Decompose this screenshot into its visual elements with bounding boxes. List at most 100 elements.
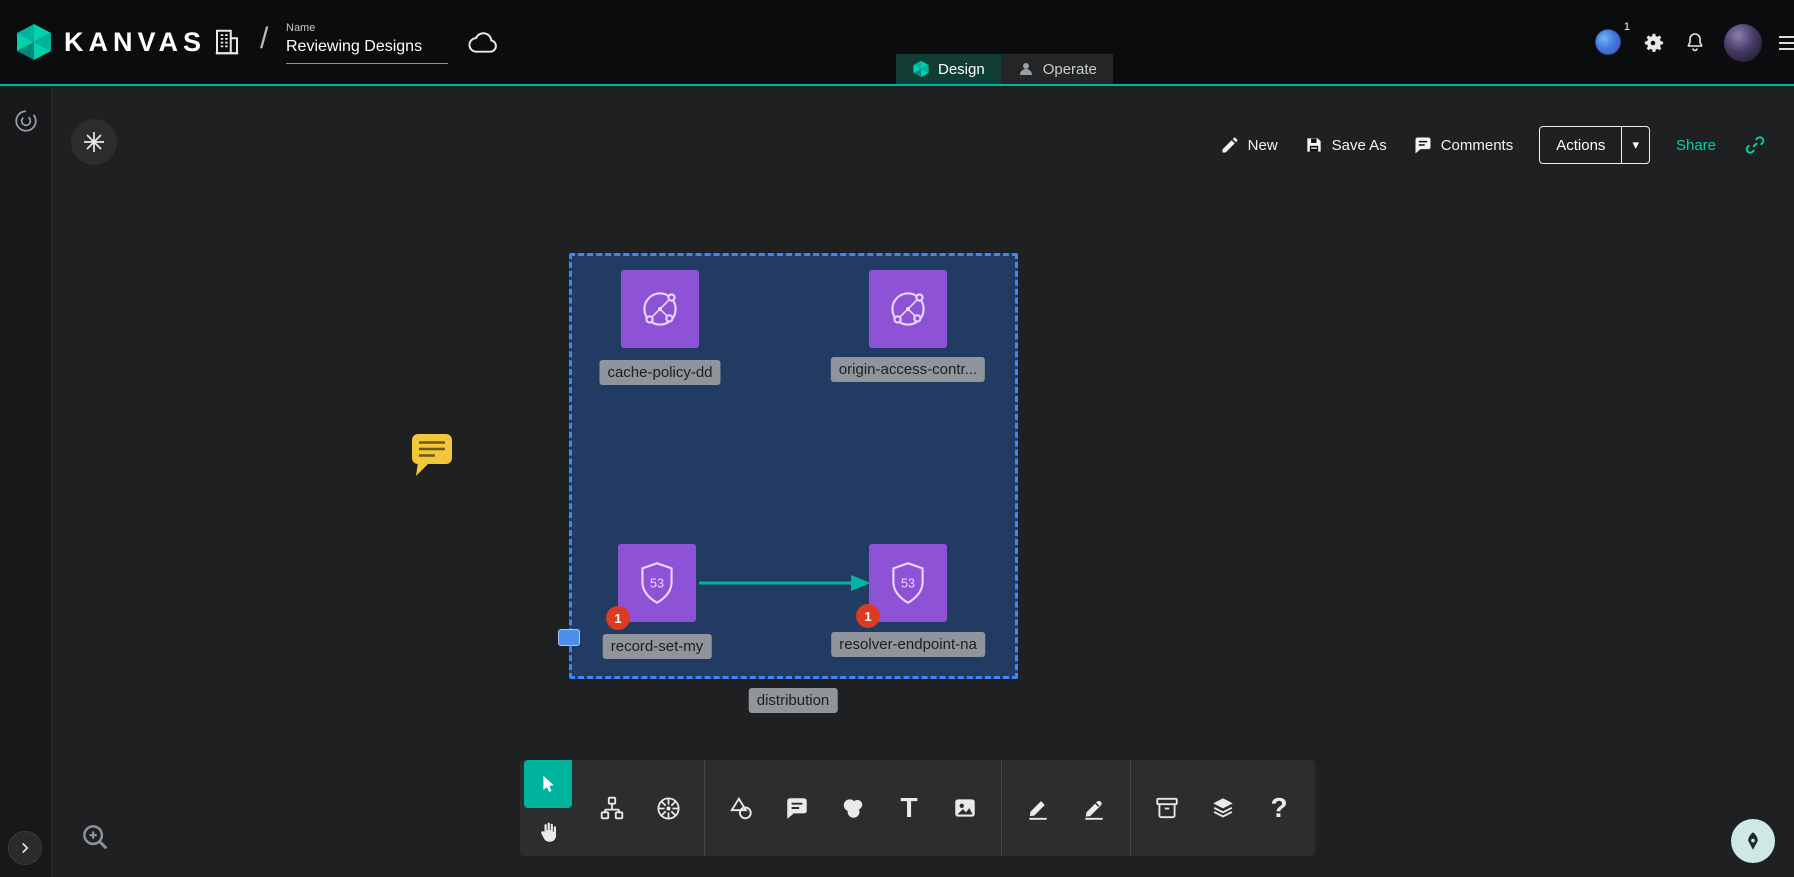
node-record-set[interactable]: 53 [618,544,696,622]
cloudfront-icon [883,284,933,334]
comments-button-label: Comments [1441,137,1514,154]
canvas-action-bar: New Save As Comments Actions ▾ Share [1220,126,1768,164]
help-tool[interactable]: ? [1251,760,1307,856]
drawer-tool[interactable] [1139,760,1195,856]
node-label-origin-access-control: origin-access-contr... [831,357,985,382]
error-badge-resolver-endpoint[interactable]: 1 [856,604,880,628]
header-right-cluster: 1 [1595,0,1792,86]
notification-count: 1 [1624,21,1630,33]
mode-tabs: Design Operate [896,54,1113,84]
cloud-sync-icon [468,30,500,54]
design-tab-icon [912,60,930,78]
route53-shield-icon: 53 [883,558,933,608]
toolbar-group-annotate: T [705,760,1001,856]
layers-tool[interactable] [1195,760,1251,856]
toolbar-group-manage: ? [1131,760,1315,856]
save-as-button[interactable]: Save As [1304,135,1387,155]
chevron-right-icon [16,839,34,857]
operate-tab-icon [1017,60,1035,78]
kanvas-app: KANVAS / Name [0,0,1794,877]
blob-shapes-icon [840,795,866,821]
image-icon [952,795,978,821]
tab-design-label: Design [938,61,985,78]
node-resolver-endpoint[interactable]: 53 [869,544,947,622]
toolbar-group-components [576,760,704,856]
cursor-arrow-icon [537,773,559,795]
actions-split-button[interactable]: Actions ▾ [1539,126,1650,164]
sitemap-icon [599,795,625,821]
text-tool[interactable]: T [881,760,937,856]
shapes-tool[interactable] [713,760,769,856]
gear-icon[interactable] [1640,30,1666,56]
breadcrumb-separator: / [260,22,268,56]
copy-link-icon[interactable] [1742,132,1768,158]
media-tool[interactable] [937,760,993,856]
sticker-tool[interactable] [825,760,881,856]
node-label-resolver-endpoint: resolver-endpoint-na [831,632,985,657]
toolbar-group-draw [1002,760,1130,856]
archive-drawer-icon [1154,795,1180,821]
design-name-label: Name [286,22,448,34]
hand-icon [536,820,560,844]
freehand-draw-tool[interactable] [1010,760,1066,856]
select-tool-button[interactable] [524,760,572,808]
node-cache-policy[interactable] [621,270,699,348]
organization-icon[interactable] [212,26,242,58]
notification-center-button[interactable]: 1 [1595,29,1623,57]
node-label-cache-policy: cache-policy-dd [599,360,720,385]
pencil-draw-icon [1025,795,1051,821]
bell-icon[interactable] [1683,30,1707,56]
sidebar-expand-button[interactable] [8,831,42,865]
user-avatar[interactable] [1724,24,1762,62]
design-name-input[interactable] [286,36,448,64]
tab-operate-label: Operate [1043,61,1097,78]
node-origin-access-control[interactable] [869,270,947,348]
selection-anchor-handle[interactable] [558,629,580,646]
meshery-swirl-icon[interactable] [13,108,39,134]
component-hierarchy-tool[interactable] [584,760,640,856]
bottom-toolbar: T [520,760,1315,856]
kanvas-logo-icon [14,22,54,62]
node-label-record-set: record-set-my [603,634,712,659]
share-button[interactable]: Share [1676,137,1716,154]
error-badge-record-set[interactable]: 1 [606,606,630,630]
actions-dropdown-caret[interactable]: ▾ [1621,127,1649,163]
save-as-button-label: Save As [1332,137,1387,154]
left-sidebar [0,88,52,877]
pen-draw-tool[interactable] [1066,760,1122,856]
design-name-field: Name [286,22,448,64]
route53-shield-icon: 53 [632,558,682,608]
notification-icon [1595,29,1621,55]
pen-nib-icon [1742,830,1764,852]
floppy-disk-icon [1304,135,1324,155]
tab-design[interactable]: Design [896,54,1001,84]
actions-button-label[interactable]: Actions [1540,137,1621,154]
hamburger-menu-icon[interactable] [1779,36,1794,50]
kanvas-logo: KANVAS [14,22,206,62]
route53-text: 53 [650,577,664,591]
canvas-settings-button[interactable] [71,119,117,165]
pen-fab-button[interactable] [1731,819,1775,863]
pointer-tool-column [520,760,576,856]
new-button-label: New [1248,137,1278,154]
route53-text: 53 [901,577,915,591]
text-tool-icon: T [900,792,917,824]
zoom-in-button[interactable] [80,822,110,857]
pen-edit-icon [1081,795,1107,821]
comment-tool[interactable] [769,760,825,856]
pan-tool-button[interactable] [536,808,560,856]
help-icon: ? [1270,792,1287,824]
cloudfront-icon [635,284,685,334]
edge-record-to-resolver[interactable] [695,571,877,595]
new-button[interactable]: New [1220,135,1278,155]
canvas-comment-marker[interactable] [408,430,456,478]
shapes-icon [728,795,754,821]
comments-button[interactable]: Comments [1413,135,1514,155]
layers-icon [1210,795,1236,821]
magnifier-plus-icon [80,822,110,852]
tab-operate[interactable]: Operate [1001,54,1113,84]
pencil-icon [1220,135,1240,155]
kubernetes-wheel-icon [655,795,682,822]
kubernetes-components-tool[interactable] [640,760,696,856]
comment-bubble-icon [1413,135,1433,155]
